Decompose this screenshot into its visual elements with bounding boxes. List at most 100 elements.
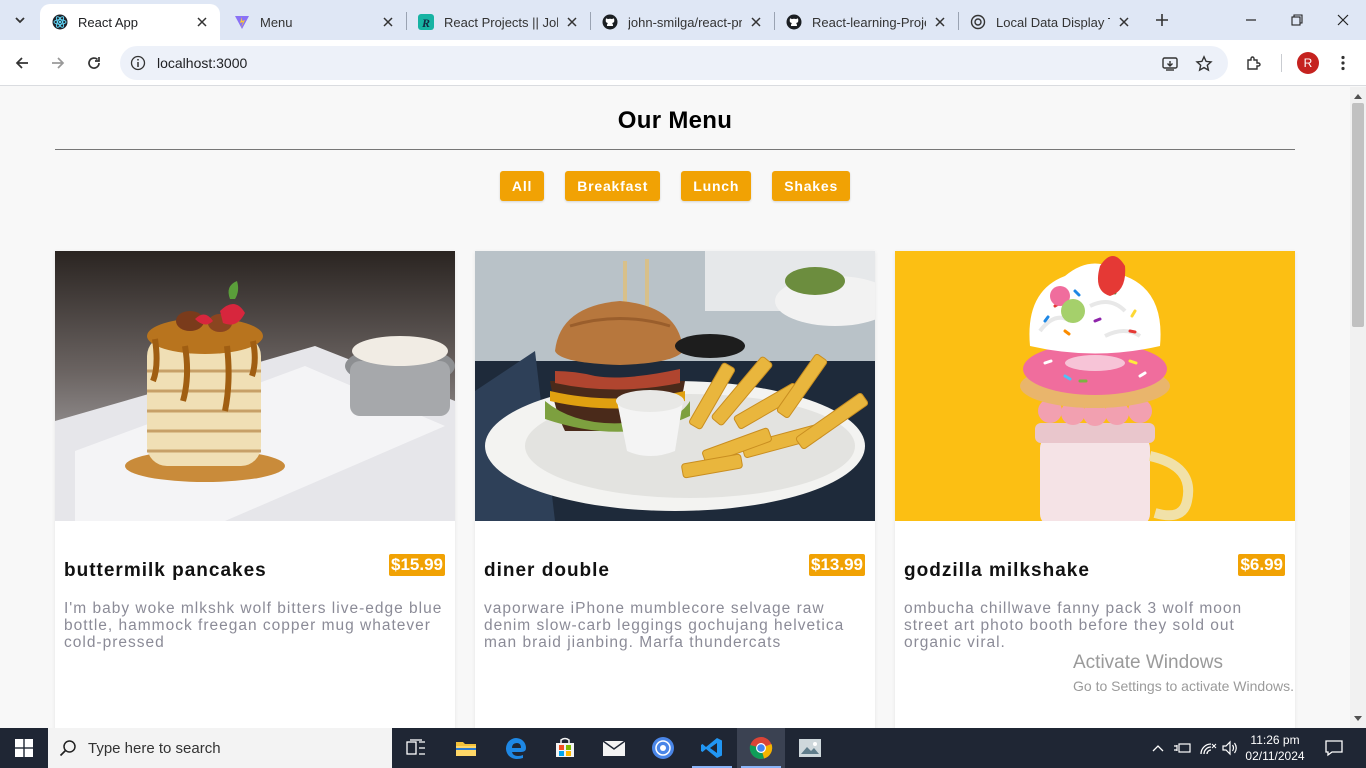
- chrome-icon: [749, 737, 773, 759]
- restore-button[interactable]: [1274, 0, 1320, 40]
- close-icon[interactable]: [748, 14, 764, 30]
- extensions-button[interactable]: [1242, 51, 1266, 75]
- item-name: diner double: [484, 560, 610, 581]
- clock-time: 11:26 pm: [1250, 733, 1300, 747]
- r-logo-icon: R: [418, 14, 434, 30]
- react-icon: [52, 14, 68, 30]
- volume-control[interactable]: [1220, 728, 1240, 768]
- close-icon[interactable]: [932, 14, 948, 30]
- address-bar[interactable]: localhost:3000: [120, 46, 1228, 80]
- edge-button[interactable]: [492, 728, 540, 768]
- photos-icon: [799, 739, 821, 757]
- taskbar-search[interactable]: Type here to search: [48, 728, 392, 768]
- notification-icon: [1325, 740, 1343, 757]
- chevron-down-icon: [15, 17, 25, 24]
- plus-icon: [1156, 14, 1168, 26]
- watermark-title: Activate Windows: [1073, 652, 1223, 673]
- tab-github-react-learning[interactable]: React-learning-Projec: [774, 4, 958, 40]
- url-text: localhost:3000: [157, 55, 248, 71]
- vscode-icon: [701, 738, 722, 758]
- menu-item-card: buttermilk pancakes $15.99 I'm baby woke…: [55, 251, 455, 728]
- chrome-button[interactable]: [737, 728, 785, 768]
- github-icon: [602, 14, 618, 30]
- search-icon: [48, 739, 88, 757]
- speaker-icon: [1222, 740, 1237, 756]
- tab-github-react-projects[interactable]: john-smilga/react-pr: [590, 4, 774, 40]
- page-viewport: Our Menu All Breakfast Lunch Shakes butt…: [0, 87, 1350, 728]
- bookmark-star-icon[interactable]: [1194, 54, 1214, 74]
- filter-lunch-button[interactable]: Lunch: [681, 171, 752, 201]
- item-description: ombucha chillwave fanny pack 3 wolf moon…: [904, 600, 1243, 651]
- category-filters: All Breakfast Lunch Shakes: [0, 171, 1350, 201]
- profile-avatar[interactable]: R: [1297, 52, 1319, 74]
- windows-logo-icon: [15, 739, 33, 757]
- tab-react-projects[interactable]: R React Projects || John: [406, 4, 590, 40]
- browser-menu-button[interactable]: [1331, 51, 1355, 75]
- burger-photo: [475, 251, 875, 521]
- tab-title: React App: [78, 14, 138, 30]
- tab-search-button[interactable]: [6, 7, 34, 33]
- new-tab-button[interactable]: [1150, 8, 1174, 32]
- microsoft-store-button[interactable]: [541, 728, 589, 768]
- item-description: vaporware iPhone mumblecore selvage raw …: [484, 600, 845, 651]
- tab-title: React Projects || John: [444, 14, 558, 30]
- back-button[interactable]: [8, 49, 36, 77]
- install-app-icon[interactable]: [1160, 54, 1180, 74]
- tab-chatgpt[interactable]: Local Data Display To: [958, 4, 1142, 40]
- scrollbar-thumb[interactable]: [1352, 103, 1364, 327]
- close-icon[interactable]: [564, 14, 580, 30]
- photos-button[interactable]: [786, 728, 834, 768]
- browser-toolbar: localhost:3000 R: [0, 40, 1366, 86]
- show-hidden-icons[interactable]: [1150, 728, 1166, 768]
- close-icon: [1337, 14, 1349, 26]
- network-status[interactable]: [1198, 728, 1218, 768]
- page-title: Our Menu: [617, 107, 733, 134]
- menu-item-card: diner double $13.99 vaporware iPhone mum…: [475, 251, 875, 728]
- vscode-button[interactable]: [688, 728, 736, 768]
- github-icon: [786, 14, 802, 30]
- chatgpt-icon: [970, 14, 986, 30]
- puzzle-icon: [1247, 56, 1261, 70]
- scroll-down-icon[interactable]: [1350, 712, 1366, 726]
- restore-icon: [1291, 14, 1303, 26]
- folder-icon: [456, 742, 476, 756]
- minimize-button[interactable]: [1228, 0, 1274, 40]
- filter-breakfast-button[interactable]: Breakfast: [565, 171, 661, 201]
- milkshake-photo: [895, 251, 1295, 521]
- site-info-icon[interactable]: [129, 54, 147, 72]
- tab-title: React-learning-Projec: [812, 14, 926, 30]
- system-clock[interactable]: 11:26 pm 02/11/2024: [1240, 732, 1310, 764]
- tab-title: john-smilga/react-pr: [628, 14, 742, 30]
- toolbar-divider: [1281, 54, 1282, 72]
- mail-icon: [602, 740, 626, 756]
- battery-status[interactable]: [1172, 728, 1192, 768]
- close-icon[interactable]: [380, 14, 396, 30]
- item-name: buttermilk pancakes: [64, 560, 267, 581]
- page-scrollbar[interactable]: [1350, 87, 1366, 728]
- scroll-up-icon[interactable]: [1350, 89, 1366, 103]
- tab-title: Menu: [260, 14, 293, 30]
- filter-shakes-button[interactable]: Shakes: [772, 171, 851, 201]
- mail-button[interactable]: [590, 728, 638, 768]
- arrow-right-icon: [52, 57, 65, 69]
- file-explorer-button[interactable]: [442, 728, 490, 768]
- watermark-subtitle: Go to Settings to activate Windows.: [1073, 678, 1294, 694]
- start-button[interactable]: [0, 728, 48, 768]
- chevron-up-icon: [1152, 745, 1164, 752]
- close-icon[interactable]: [1116, 14, 1132, 30]
- close-window-button[interactable]: [1320, 0, 1366, 40]
- forward-button[interactable]: [44, 49, 72, 77]
- reload-button[interactable]: [80, 49, 108, 77]
- globe-icon: [652, 737, 674, 759]
- item-price: $13.99: [809, 554, 865, 576]
- tab-menu[interactable]: Menu: [222, 4, 406, 40]
- tab-strip: React App Menu R React Projects || John …: [0, 0, 1366, 40]
- browser-app-button[interactable]: [639, 728, 687, 768]
- tab-react-app[interactable]: React App: [40, 4, 220, 40]
- wifi-icon: [1200, 743, 1217, 755]
- close-icon[interactable]: [194, 14, 210, 30]
- task-view-button[interactable]: [392, 728, 440, 768]
- activate-windows-watermark: Activate Windows Go to Settings to activ…: [1073, 652, 1294, 694]
- filter-all-button[interactable]: All: [499, 171, 545, 201]
- notifications-button[interactable]: [1320, 728, 1348, 768]
